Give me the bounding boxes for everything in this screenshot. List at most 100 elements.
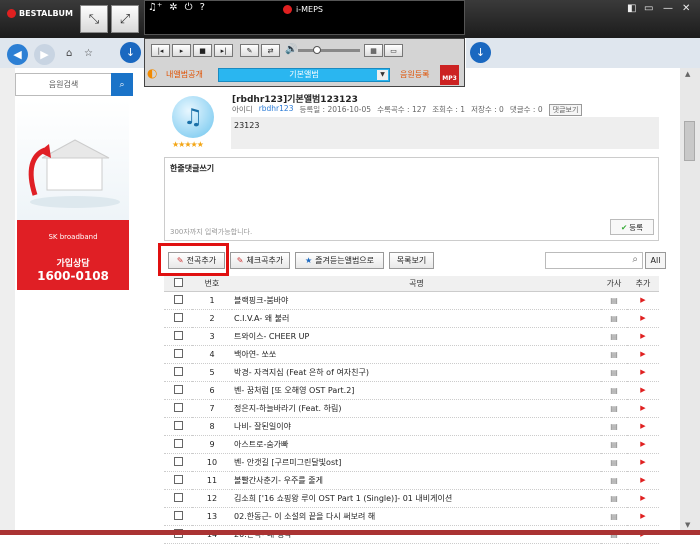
row-title[interactable]: 정은지-하늘바라기 (Feat. 하림): [232, 399, 601, 418]
shrink-icon[interactable]: ⤡: [80, 5, 108, 33]
row-title[interactable]: 벤- 안갯길 [구르미그린달빛ost]: [232, 453, 601, 472]
music-search-input[interactable]: 음원검색: [15, 73, 112, 96]
pen-icon[interactable]: ✎: [240, 44, 259, 57]
search-icon[interactable]: ⌕: [632, 254, 638, 265]
row-title[interactable]: 백아연- 쏘쏘: [232, 345, 601, 364]
lyrics-icon[interactable]: ▤: [601, 309, 627, 328]
prev-icon[interactable]: |◂: [151, 44, 170, 57]
select-all-checkbox[interactable]: [173, 277, 183, 287]
table-row[interactable]: 2 C.I.V.A- 왜 불러 ▤ ▶: [164, 309, 659, 328]
home-icon[interactable]: ⌂: [66, 48, 72, 59]
repeat-icon[interactable]: ⇄: [261, 44, 280, 57]
add-arrow-icon[interactable]: ▶: [627, 489, 659, 508]
add-arrow-icon[interactable]: ▶: [627, 345, 659, 364]
row-checkbox-cell[interactable]: [164, 471, 192, 490]
row-checkbox[interactable]: [173, 312, 183, 322]
row-checkbox[interactable]: [173, 420, 183, 430]
add-arrow-icon[interactable]: ▶: [627, 453, 659, 472]
search-icon[interactable]: ⌕: [111, 73, 133, 96]
row-checkbox[interactable]: [173, 402, 183, 412]
lyrics-icon[interactable]: ▤: [601, 327, 627, 346]
scroll-down-icon[interactable]: ▼: [685, 521, 690, 529]
row-checkbox-cell[interactable]: [164, 399, 192, 418]
table-row[interactable]: 11 볼빨간사춘기- 우주를 줄게 ▤ ▶: [164, 471, 659, 490]
table-row[interactable]: 9 아스트로-숨가빠 ▤ ▶: [164, 435, 659, 454]
row-checkbox-cell[interactable]: [164, 507, 192, 526]
table-row[interactable]: 1 블랙핑크-붐바야 ▤ ▶: [164, 291, 659, 310]
lyrics-icon[interactable]: ▤: [601, 507, 627, 526]
lyrics-icon[interactable]: ▤: [601, 471, 627, 490]
close-icon[interactable]: ✕: [682, 3, 690, 14]
row-checkbox[interactable]: [173, 348, 183, 358]
lyrics-icon[interactable]: ▤: [601, 417, 627, 436]
next-icon[interactable]: ▸|: [214, 44, 233, 57]
volume-slider[interactable]: [298, 49, 360, 52]
row-checkbox-cell[interactable]: [164, 291, 192, 310]
expand-icon[interactable]: ⤢: [111, 5, 139, 33]
volume-icon[interactable]: 🔊: [285, 44, 297, 55]
chevron-down-icon[interactable]: ▼: [377, 70, 388, 80]
row-checkbox-cell[interactable]: [164, 453, 192, 472]
mini-icon[interactable]: ▭: [384, 44, 403, 57]
add-arrow-icon[interactable]: ▶: [627, 327, 659, 346]
lyrics-icon[interactable]: ▤: [601, 399, 627, 418]
row-title[interactable]: 02.한동근- 이 소설의 끝을 다시 써보려 해: [232, 507, 601, 526]
row-checkbox-cell[interactable]: [164, 345, 192, 364]
row-title[interactable]: 벤- 꿈처럼 [또 오해영 OST Part.2]: [232, 381, 601, 400]
download-right-icon[interactable]: ↓: [470, 42, 491, 63]
row-title[interactable]: 트와이스- CHEER UP: [232, 327, 601, 346]
album-select[interactable]: 기본앨범 ▼: [218, 68, 390, 82]
row-checkbox[interactable]: [173, 456, 183, 466]
row-title[interactable]: 볼빨간사춘기- 우주를 줄게: [232, 471, 601, 490]
power-icon[interactable]: ⏻: [185, 2, 193, 13]
row-checkbox[interactable]: [173, 366, 183, 376]
settings-icon[interactable]: ✲: [169, 2, 177, 13]
table-row[interactable]: 12 김소희 ['16 쇼핑왕 루이 OST Part 1 (Single)]- …: [164, 489, 659, 508]
song-search-input[interactable]: ⌕: [545, 252, 643, 269]
row-checkbox-cell[interactable]: [164, 309, 192, 328]
row-title[interactable]: 아스트로-숨가빠: [232, 435, 601, 454]
lyrics-icon[interactable]: ▤: [601, 453, 627, 472]
restore-icon[interactable]: ▭: [644, 3, 653, 14]
volume-knob[interactable]: [313, 46, 321, 54]
row-checkbox-cell[interactable]: [164, 381, 192, 400]
add-arrow-icon[interactable]: ▶: [627, 435, 659, 454]
all-button[interactable]: All: [645, 252, 666, 269]
table-row[interactable]: 10 벤- 안갯길 [구르미그린달빛ost] ▤ ▶: [164, 453, 659, 472]
add-arrow-icon[interactable]: ▶: [627, 399, 659, 418]
lyrics-icon[interactable]: ▤: [601, 381, 627, 400]
window-mode-icon[interactable]: ◧: [627, 3, 636, 14]
add-arrow-icon[interactable]: ▶: [627, 291, 659, 310]
back-icon[interactable]: ◀: [7, 44, 28, 65]
select-all-header[interactable]: [164, 276, 192, 292]
register-label[interactable]: 음원등록: [400, 69, 429, 80]
lyrics-icon[interactable]: ▤: [601, 489, 627, 508]
row-checkbox[interactable]: [173, 330, 183, 340]
scroll-up-icon[interactable]: ▲: [685, 70, 690, 78]
row-title[interactable]: 김소희 ['16 쇼핑왕 루이 OST Part 1 (Single)]- 01…: [232, 489, 601, 508]
add-arrow-icon[interactable]: ▶: [627, 471, 659, 490]
eq-icon[interactable]: ▦: [364, 44, 383, 57]
table-row[interactable]: 13 02.한동근- 이 소설의 끝을 다시 써보려 해 ▤ ▶: [164, 507, 659, 526]
row-checkbox[interactable]: [173, 384, 183, 394]
help-icon[interactable]: ?: [200, 2, 205, 13]
row-title[interactable]: C.I.V.A- 왜 불러: [232, 309, 601, 328]
table-row[interactable]: 5 박경- 자격지심 (Feat 은하 of 여자친구) ▤ ▶: [164, 363, 659, 382]
table-row[interactable]: 4 백아연- 쏘쏘 ▤ ▶: [164, 345, 659, 364]
row-checkbox[interactable]: [173, 492, 183, 502]
album-public-label[interactable]: 내앨범공개: [166, 69, 203, 80]
table-row[interactable]: 8 나비- 잘된일이야 ▤ ▶: [164, 417, 659, 436]
row-checkbox[interactable]: [173, 294, 183, 304]
review-input[interactable]: 300자까지 입력가능합니다.: [170, 227, 252, 237]
row-checkbox-cell[interactable]: [164, 363, 192, 382]
row-checkbox[interactable]: [173, 438, 183, 448]
table-row[interactable]: 7 정은지-하늘바라기 (Feat. 하림) ▤ ▶: [164, 399, 659, 418]
row-title[interactable]: 나비- 잘된일이야: [232, 417, 601, 436]
id-value[interactable]: rbdhr123: [259, 104, 294, 116]
add-arrow-icon[interactable]: ▶: [627, 507, 659, 526]
minimize-icon[interactable]: —: [663, 3, 673, 14]
review-submit-button[interactable]: ✔ 등록: [610, 219, 654, 235]
lyrics-icon[interactable]: ▤: [601, 363, 627, 382]
add-arrow-icon[interactable]: ▶: [627, 417, 659, 436]
add-music-icon[interactable]: ♫⁺: [148, 2, 162, 13]
